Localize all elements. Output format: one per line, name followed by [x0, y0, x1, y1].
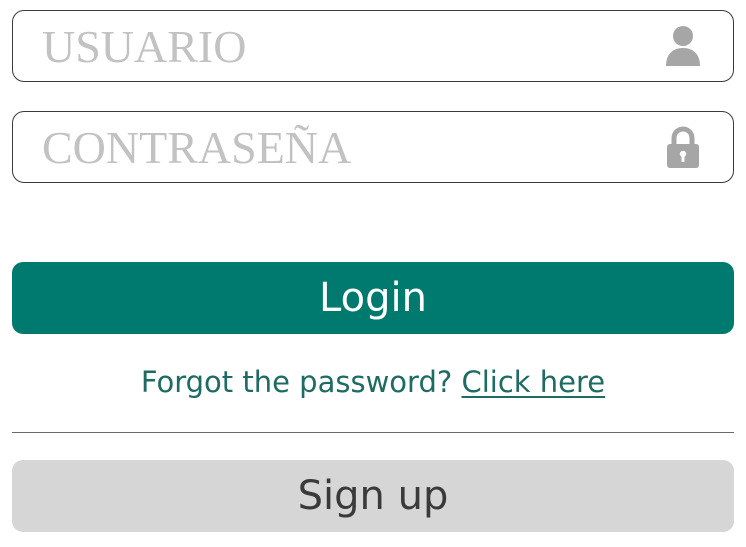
lock-icon: [663, 125, 703, 169]
password-field[interactable]: [12, 111, 734, 183]
forgot-password-link[interactable]: Click here: [461, 365, 605, 399]
username-field[interactable]: [12, 10, 734, 82]
forgot-password-row: Forgot the password? Click here: [0, 360, 746, 404]
username-input[interactable]: [13, 11, 653, 81]
user-icon: [663, 24, 703, 68]
password-input[interactable]: [13, 112, 653, 182]
login-button[interactable]: Login: [12, 262, 734, 334]
divider: [12, 432, 734, 433]
signup-button[interactable]: Sign up: [12, 460, 734, 532]
forgot-password-text: Forgot the password?: [140, 365, 462, 399]
